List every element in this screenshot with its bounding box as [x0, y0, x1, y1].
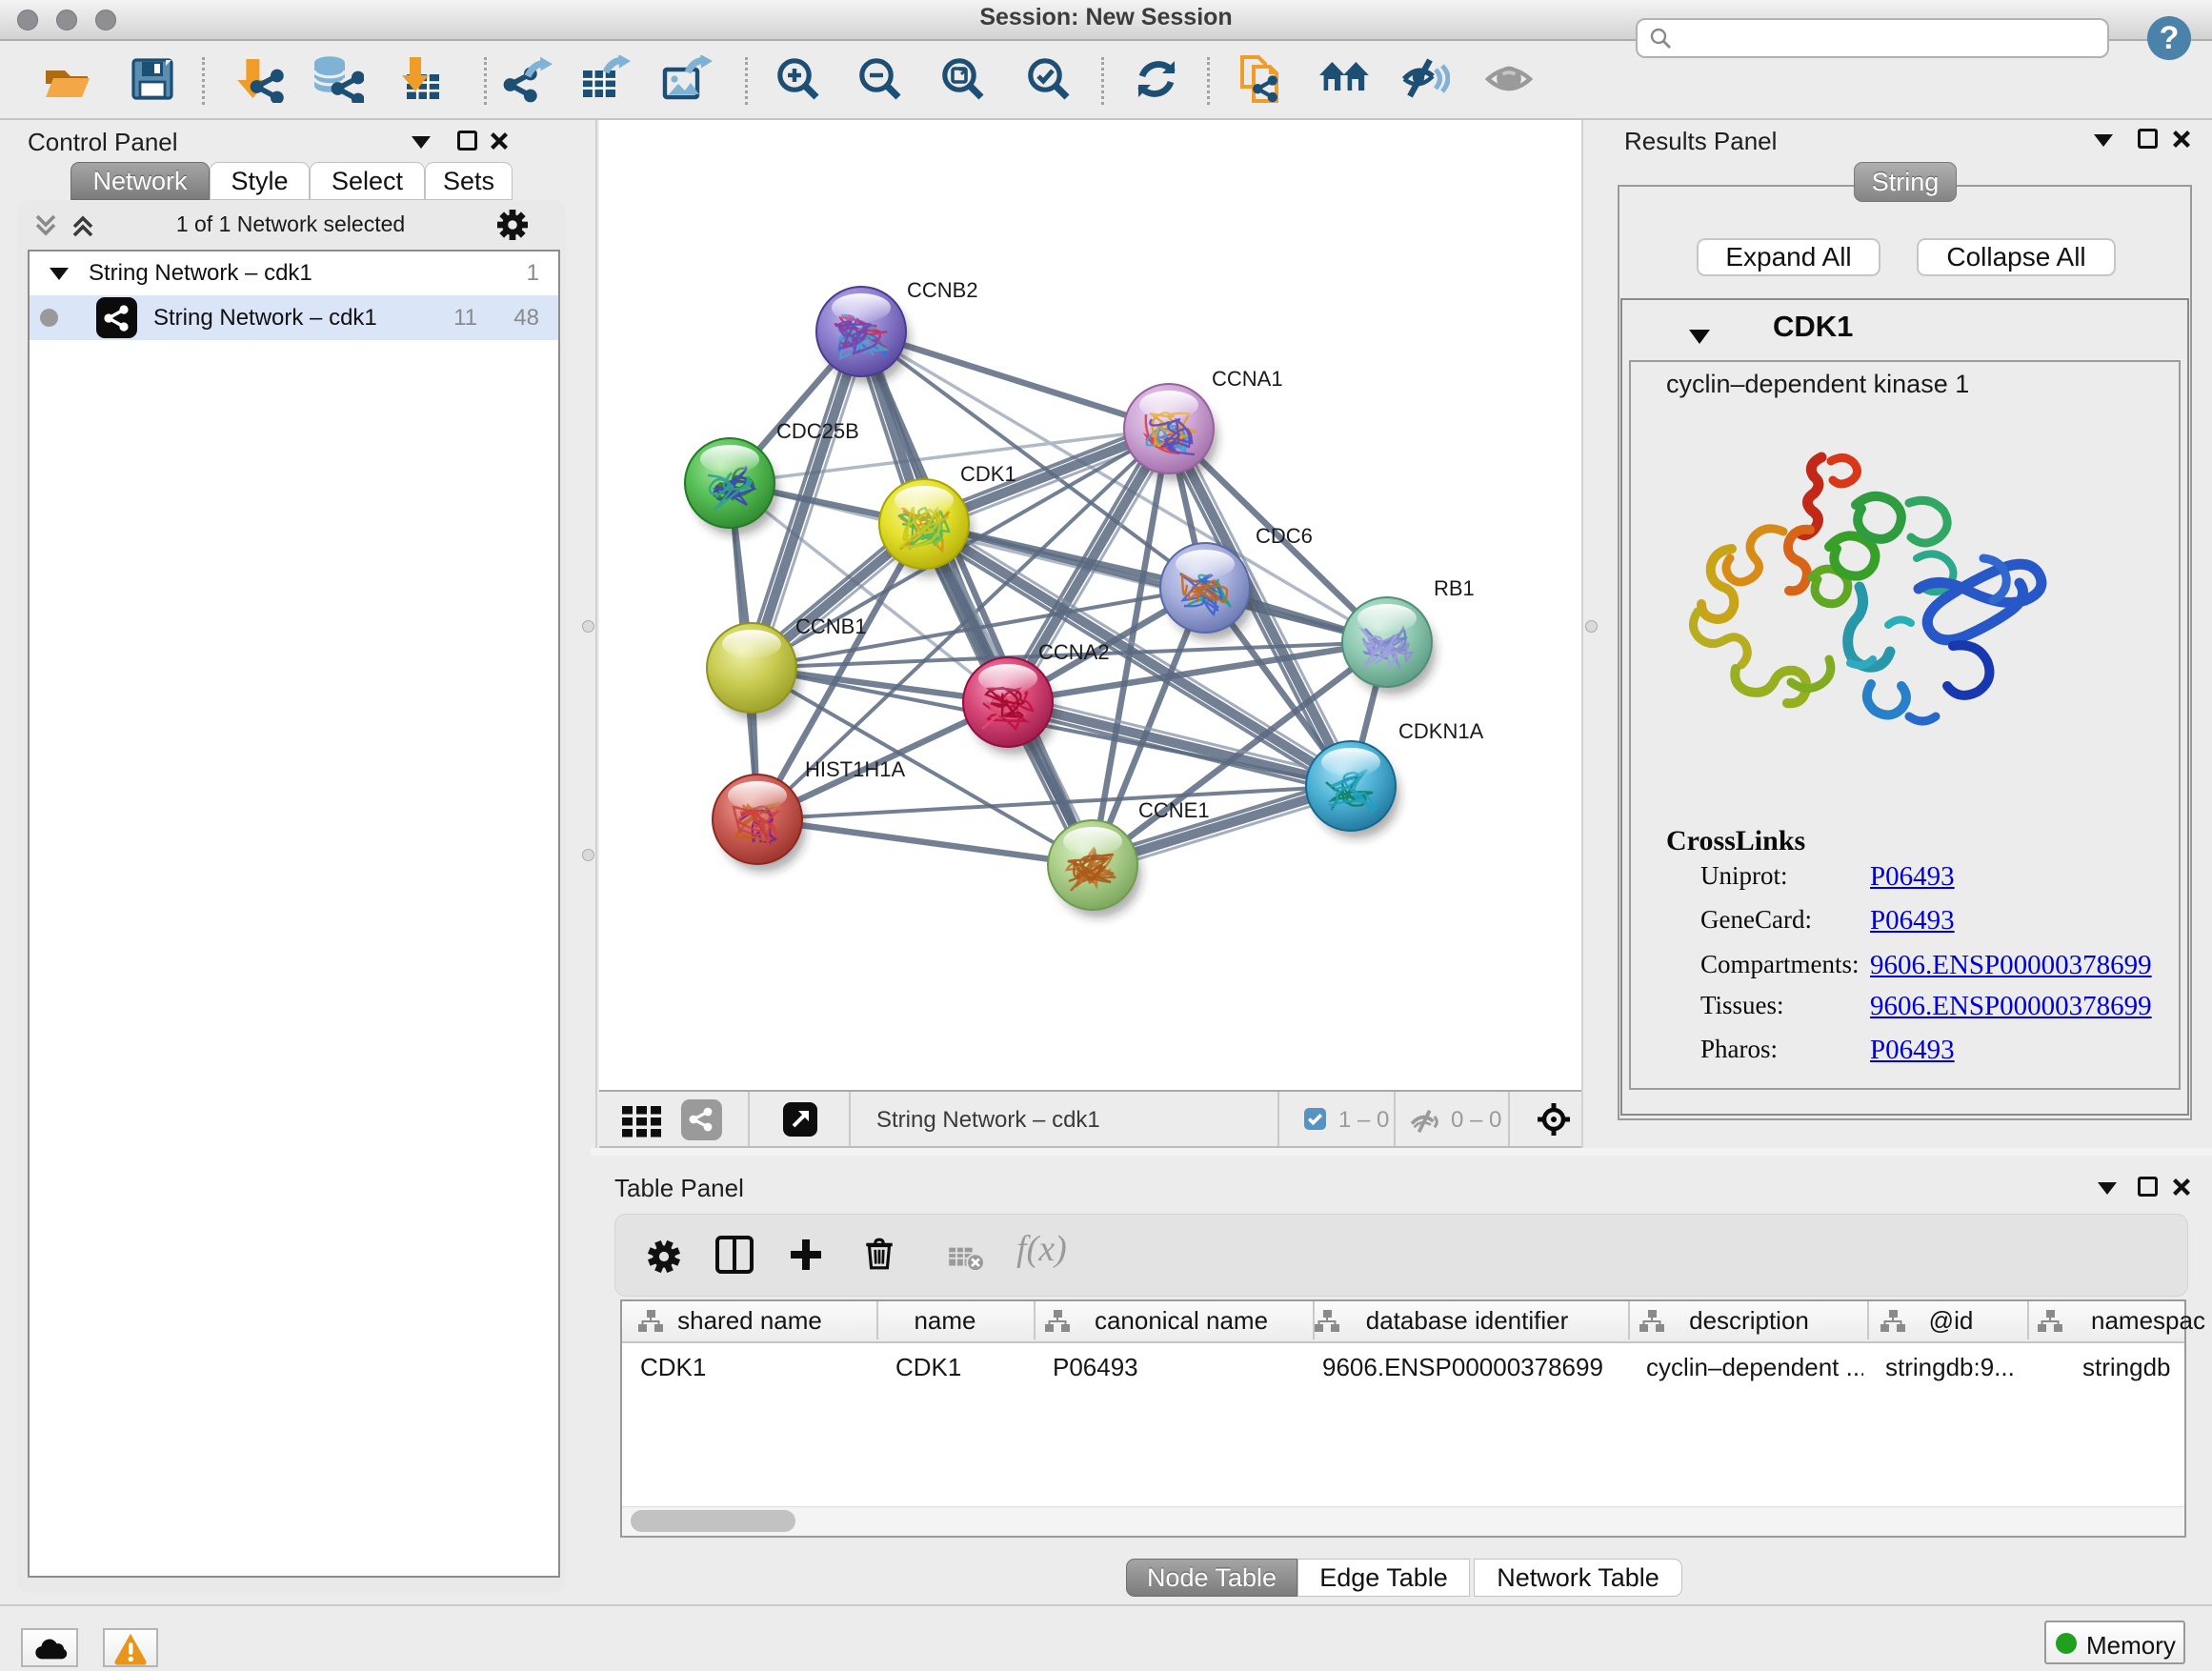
- svg-text:CDKN1A: CDKN1A: [1398, 719, 1484, 743]
- svg-text:HIST1H1A: HIST1H1A: [805, 757, 905, 781]
- svg-text:CDK1: CDK1: [960, 462, 1016, 486]
- svg-text:CDC25B: CDC25B: [776, 419, 859, 443]
- svg-text:CCNA2: CCNA2: [1038, 640, 1110, 664]
- svg-text:RB1: RB1: [1434, 576, 1475, 600]
- svg-text:CCNB1: CCNB1: [795, 614, 867, 638]
- svg-text:CCNB2: CCNB2: [907, 278, 978, 302]
- svg-text:CCNA1: CCNA1: [1212, 367, 1283, 391]
- svg-text:CDC6: CDC6: [1256, 524, 1313, 548]
- svg-text:CCNE1: CCNE1: [1138, 798, 1210, 822]
